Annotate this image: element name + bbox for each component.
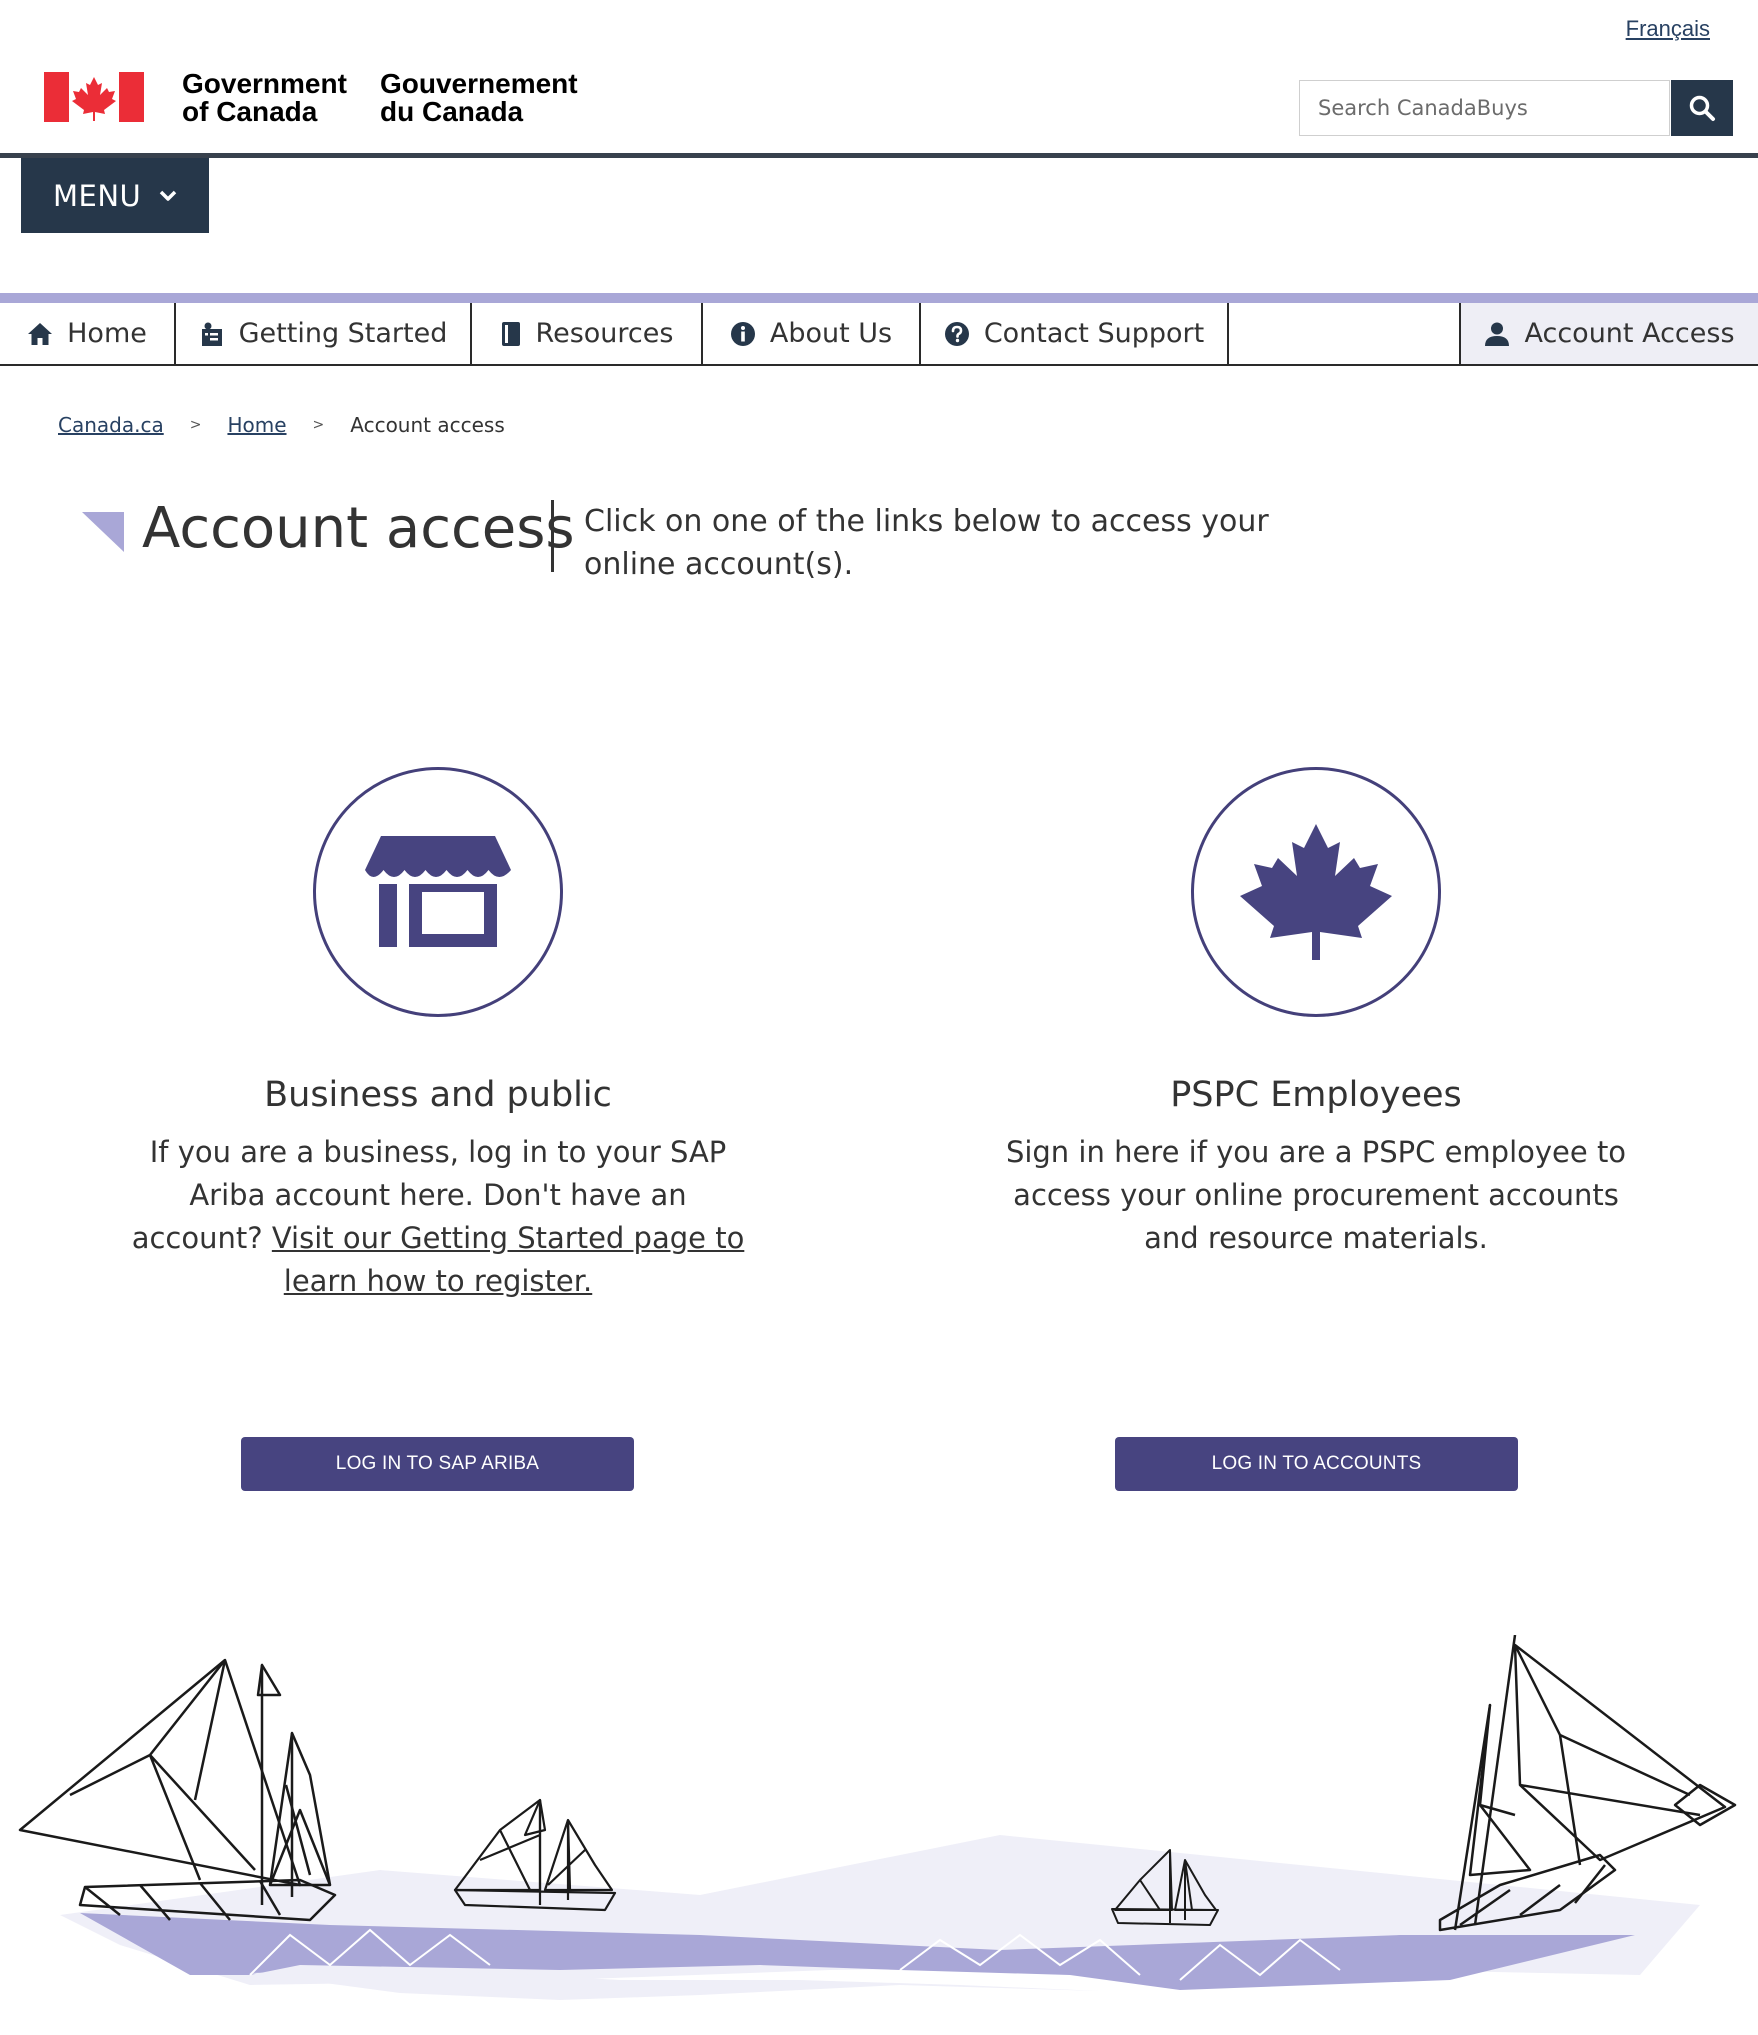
nav-item-contact-support[interactable]: Contact Support	[921, 303, 1229, 364]
nav-home-label: Home	[67, 318, 147, 349]
nav-about-label: About Us	[769, 318, 893, 349]
nav-item-getting-started[interactable]: Getting Started	[176, 303, 472, 364]
page-title: Account access	[142, 496, 575, 561]
business-icon-circle	[313, 767, 563, 1017]
chevron-down-icon	[159, 190, 177, 202]
breadcrumb: Canada.ca > Home > Account access	[58, 413, 505, 437]
employee-card-title: PSPC Employees	[1170, 1075, 1462, 1115]
storefront-icon	[365, 836, 511, 947]
nav-accent-rule	[0, 293, 1758, 303]
breadcrumb-separator: >	[189, 417, 202, 433]
title-marker-icon	[82, 512, 124, 552]
left-schooner	[18, 1658, 337, 1922]
signature-en-line2: of Canada	[182, 96, 318, 127]
nav-item-resources[interactable]: Resources	[472, 303, 703, 364]
getting-started-link[interactable]: Visit our Getting Started page to learn …	[272, 1221, 744, 1298]
breadcrumb-separator: >	[312, 417, 325, 433]
nav-account-label: Account Access	[1524, 318, 1735, 349]
signature-en-line1: Government	[182, 68, 347, 99]
government-signature-en: Government of Canada	[182, 70, 347, 126]
main-navigation: Home Getting Started Resources About Us	[0, 303, 1758, 366]
search-field-wrapper	[1299, 80, 1670, 136]
info-icon	[730, 321, 755, 346]
business-card-description: If you are a business, log in to your SA…	[123, 1131, 753, 1303]
breadcrumb-link-canada[interactable]: Canada.ca	[58, 413, 164, 437]
nav-item-home[interactable]: Home	[0, 303, 176, 364]
breadcrumb-current: Account access	[350, 413, 505, 437]
employee-icon-circle	[1191, 767, 1441, 1017]
nav-item-account-access[interactable]: Account Access	[1461, 303, 1758, 364]
menu-button[interactable]: MENU	[21, 158, 209, 233]
nav-resources-label: Resources	[535, 318, 674, 349]
language-toggle-link[interactable]: Français	[1626, 16, 1710, 42]
login-accounts-button[interactable]: LOG IN TO ACCOUNTS	[1115, 1437, 1518, 1491]
help-icon	[944, 321, 969, 346]
menu-label: MENU	[53, 178, 142, 213]
business-card: Business and public If you are a busines…	[118, 767, 758, 1303]
page-intro: Click on one of the links below to acces…	[584, 504, 1269, 582]
signature-fr-line1: Gouvernement	[380, 68, 578, 99]
search-button[interactable]	[1671, 80, 1733, 136]
maple-leaf-icon	[1240, 824, 1392, 960]
nav-getting-started-label: Getting Started	[238, 318, 448, 349]
getting-started-icon	[201, 322, 222, 346]
nav-spacer	[1229, 303, 1461, 364]
nav-contact-label: Contact Support	[983, 318, 1205, 349]
signature-fr-line2: du Canada	[380, 96, 524, 127]
home-icon	[28, 322, 53, 345]
login-sap-ariba-button[interactable]: LOG IN TO SAP ARIBA	[241, 1437, 634, 1491]
business-card-title: Business and public	[264, 1075, 612, 1115]
search-icon	[1689, 95, 1715, 121]
employee-card: PSPC Employees Sign in here if you are a…	[996, 767, 1636, 1260]
title-divider	[551, 500, 554, 572]
breadcrumb-link-home[interactable]: Home	[227, 413, 286, 437]
nav-item-about-us[interactable]: About Us	[703, 303, 921, 364]
header-divider	[0, 153, 1758, 158]
government-signature-fr: Gouvernement du Canada	[380, 70, 578, 126]
search-input[interactable]	[1300, 81, 1669, 135]
canada-flag-icon	[44, 72, 144, 122]
ships-illustration	[18, 1635, 1737, 2000]
employee-card-description: Sign in here if you are a PSPC employee …	[1005, 1135, 1627, 1255]
user-icon	[1485, 322, 1510, 346]
book-icon	[501, 321, 520, 346]
